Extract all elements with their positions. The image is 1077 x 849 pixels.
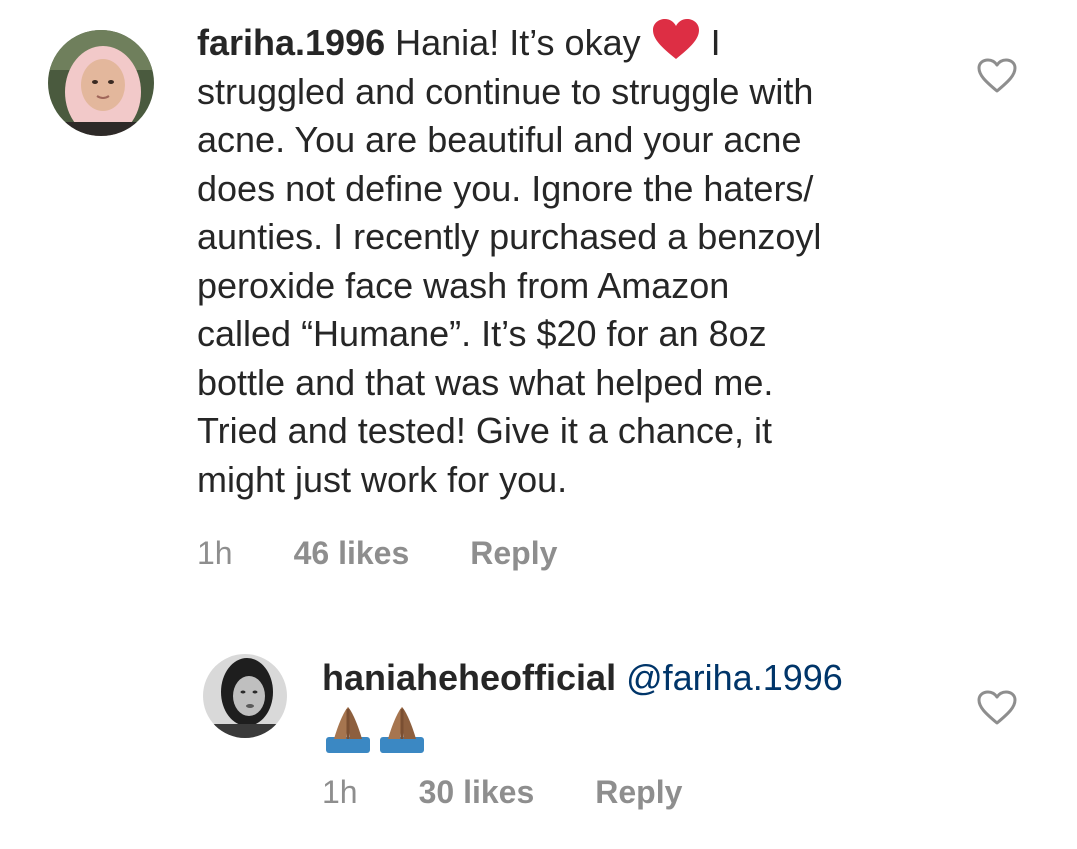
heart-outline-icon[interactable] [977, 58, 1017, 94]
comment-time: 1h [197, 535, 233, 571]
folded-hands-emoji [380, 706, 424, 753]
folded-hands-emoji [326, 706, 370, 753]
comment-time: 1h [322, 774, 358, 810]
comment-line: bottle and that was what helped me. [197, 361, 774, 403]
comment-line: might just work for you. [197, 458, 568, 500]
comment-line: Tried and tested! Give it a chance, it [197, 410, 772, 451]
comment-text: fariha.1996 Hania! It’s okay I struggled… [197, 19, 977, 504]
comment-line: called “Humane”. It’s $20 for an 8oz [197, 313, 767, 354]
avatar[interactable] [48, 30, 154, 136]
comment-line: struggled and continue to struggle with [197, 70, 814, 112]
comment-meta: 1h 30 likes Reply [322, 774, 682, 811]
reply-comment: haniaheheofficial @fariha.1996 1h 30 lik… [0, 640, 1077, 849]
comment-body: Hania! It’s okay [395, 22, 641, 63]
comment-line: acne. You are beautiful and your acne [197, 119, 802, 160]
comment-likes[interactable]: 30 likes [419, 774, 535, 811]
heart-outline-icon[interactable] [977, 690, 1017, 726]
comment-username[interactable]: fariha.1996 [197, 22, 385, 63]
comment-username[interactable]: haniaheheofficial [322, 657, 616, 698]
avatar[interactable] [203, 654, 287, 738]
comment-line: does not define you. Ignore the haters/ [197, 167, 814, 209]
comment-line [322, 703, 962, 760]
comment-body: I [710, 22, 721, 63]
comment-likes[interactable]: 46 likes [294, 535, 410, 572]
comment-meta: 1h 46 likes Reply [197, 535, 557, 572]
emoji-row [322, 703, 428, 755]
reply-button[interactable]: Reply [595, 774, 682, 811]
comment: fariha.1996 Hania! It’s okay I struggled… [0, 0, 1077, 600]
comment-text: haniaheheofficial @fariha.1996 [322, 654, 962, 759]
comment-line: haniaheheofficial @fariha.1996 [322, 654, 962, 703]
comment-line: peroxide face wash from Amazon [197, 264, 730, 306]
comment-line: fariha.1996 Hania! It’s okay I [197, 19, 977, 68]
mention-link[interactable]: @fariha.1996 [626, 657, 843, 698]
comment-line: aunties. I recently purchased a benzoyl [197, 216, 822, 257]
reply-button[interactable]: Reply [470, 535, 557, 572]
red-heart-emoji [652, 19, 699, 59]
